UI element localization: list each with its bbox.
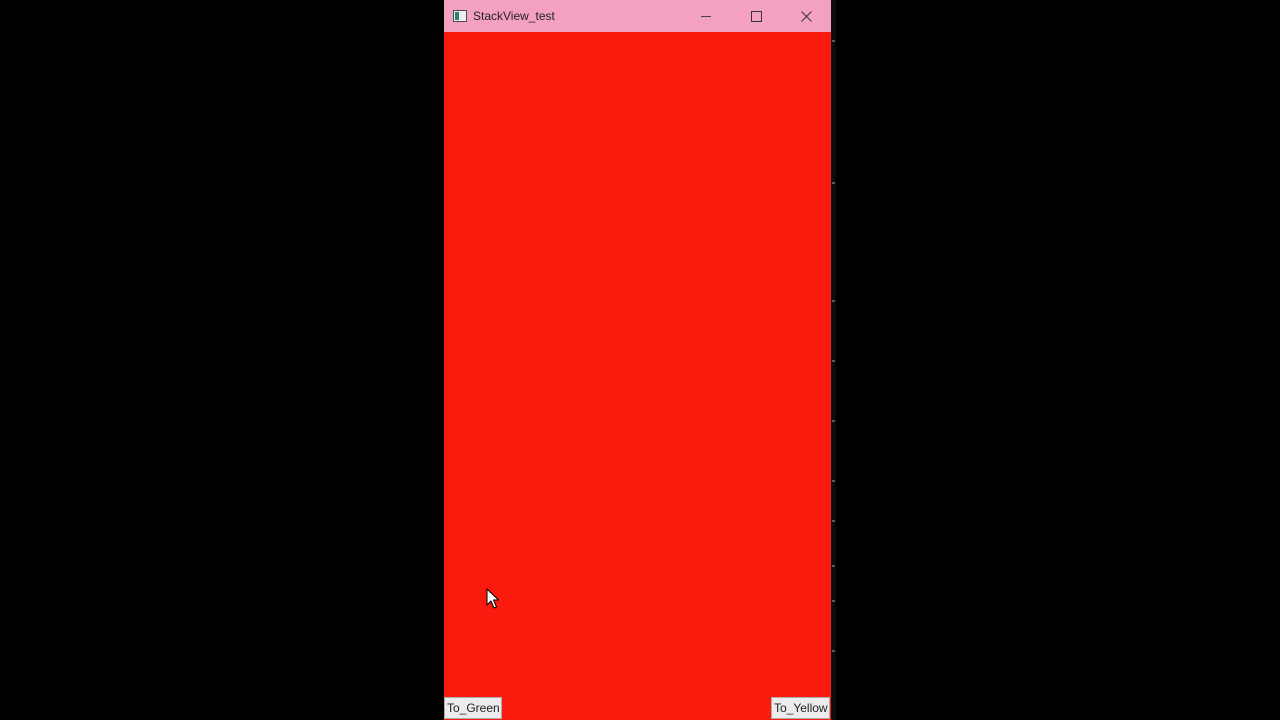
window-title: StackView_test [473, 9, 555, 23]
editor-mark [832, 520, 835, 522]
to-green-button[interactable]: To_Green [444, 697, 502, 719]
editor-mark [832, 40, 835, 42]
window-titlebar[interactable]: StackView_test [444, 0, 831, 32]
to-yellow-button[interactable]: To_Yellow [771, 697, 830, 719]
editor-mark [832, 420, 835, 422]
stack-view-page: To_Green To_Yellow [444, 32, 831, 720]
minimize-button[interactable] [681, 0, 731, 32]
app-window-icon[interactable] [453, 10, 467, 22]
editor-mark [832, 565, 835, 567]
editor-mark [832, 182, 835, 184]
close-button[interactable] [781, 0, 831, 32]
minimize-icon [701, 16, 711, 17]
editor-mark [832, 480, 835, 482]
editor-mark [832, 650, 835, 652]
mouse-pointer-icon [486, 588, 499, 609]
background-editor-edge [831, 0, 836, 720]
editor-mark [832, 360, 835, 362]
window-controls [681, 0, 831, 32]
desktop-screen: StackView_test To_Green To_Yellow [0, 0, 1280, 720]
maximize-button[interactable] [731, 0, 781, 32]
maximize-icon [750, 10, 762, 22]
editor-mark [832, 600, 835, 602]
app-window: StackView_test To_Green To_Yellow [444, 0, 831, 720]
close-icon [800, 10, 812, 22]
editor-mark [832, 300, 835, 302]
